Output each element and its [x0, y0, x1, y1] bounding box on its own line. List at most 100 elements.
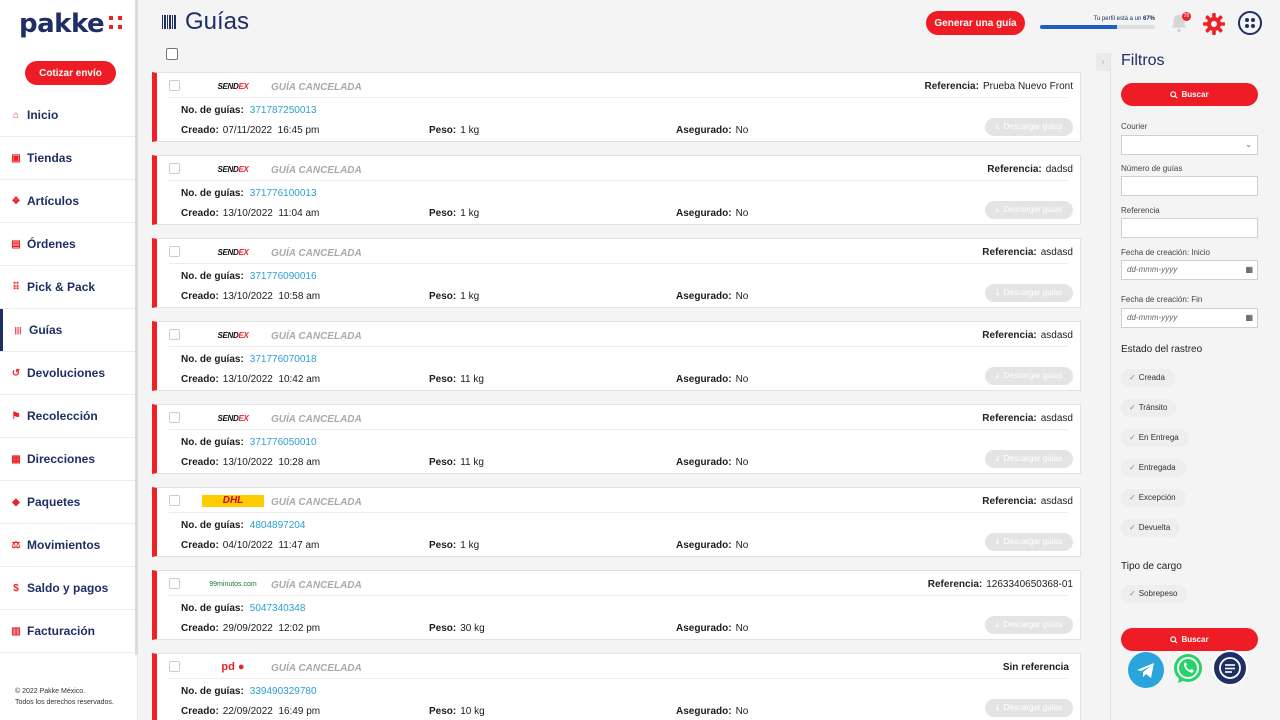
guides-list: SENDEX GUÍA CANCELADA Referencia: Prueba … [152, 72, 1081, 720]
download-icon: ⤓ [995, 122, 1000, 131]
guide-number-link[interactable]: 371776070018 [250, 354, 317, 365]
sidebar-item-direcciones[interactable]: ▦ Direcciones [0, 438, 138, 481]
sidebar-item-saldo-y-pagos[interactable]: $ Saldo y pagos [0, 567, 138, 610]
sidebar-item-label: Órdenes [27, 237, 76, 251]
sidebar-item-label: Pick & Pack [27, 280, 96, 294]
guide-checkbox[interactable] [169, 163, 180, 174]
guide-checkbox[interactable] [169, 661, 180, 672]
sidebar-item-inicio[interactable]: ⌂ Inicio [0, 94, 138, 137]
download-guide-button[interactable]: ⤓ Descargar guías [985, 699, 1073, 717]
sidebar-item-facturación[interactable]: ▥ Facturación [0, 610, 138, 653]
guide-reference: Referencia: 1263340650368-01 [927, 579, 1073, 590]
date-start-input[interactable]: dd-mmm-yyyy ▦ [1121, 260, 1258, 280]
profile-progress[interactable]: Tu perfil está a un 67% [1040, 16, 1155, 29]
collapse-filters-chevron-icon[interactable]: › [1096, 53, 1110, 71]
sidebar-item-guías[interactable]: ||| Guías [0, 309, 138, 352]
download-icon: ⤓ [995, 205, 1000, 214]
cargo-chip[interactable]: ✓ Sobrepeso [1121, 585, 1188, 603]
courier-select[interactable]: ⌄ [1121, 135, 1258, 155]
guide-reference: Referencia: asdasd [982, 330, 1073, 341]
whatsapp-icon [1174, 654, 1202, 683]
whatsapp-button[interactable] [1170, 651, 1206, 687]
pakke-logo[interactable]: pakke [19, 9, 105, 39]
guide-number-link[interactable]: 371776050010 [250, 437, 317, 448]
guide-number-link[interactable]: 371776090016 [250, 271, 317, 282]
tracking-chip[interactable]: ✓ Tránsito [1121, 399, 1178, 417]
date-start-label: Fecha de creación: Inicio [1121, 248, 1210, 257]
sidebar-item-label: Paquetes [27, 495, 81, 509]
cotizar-envio-button[interactable]: Cotizar envío [25, 61, 116, 85]
chevron-down-icon: ⌄ [1245, 140, 1252, 149]
calendar-icon[interactable]: ▦ [1245, 309, 1253, 327]
download-guide-button[interactable]: ⤓ Descargar guías [985, 284, 1073, 302]
guide-checkbox[interactable] [169, 246, 180, 257]
generate-guide-button[interactable]: Generar una guía [926, 11, 1025, 35]
sidebar-item-recolección[interactable]: ⚑ Recolección [0, 395, 138, 438]
sidebar-item-tiendas[interactable]: ▣ Tiendas [0, 137, 138, 180]
courier-logo: 99minutos.com [193, 576, 273, 592]
download-guide-button[interactable]: ⤓ Descargar guías [985, 450, 1073, 468]
profile-progress-label: Tu perfil está a un 67% [1093, 16, 1156, 22]
guide-checkbox[interactable] [169, 578, 180, 589]
tracking-chip[interactable]: ✓ Creada [1121, 369, 1175, 387]
filters-title: Filtros [1121, 52, 1165, 69]
guide-insured: Asegurado: No [676, 540, 749, 551]
guide-checkbox[interactable] [169, 329, 180, 340]
chat-button[interactable] [1212, 650, 1248, 686]
guide-checkbox[interactable] [169, 80, 180, 91]
date-end-input[interactable]: dd-mmm-yyyy ▦ [1121, 308, 1258, 328]
tracking-chip[interactable]: ✓ Excepción [1121, 489, 1186, 507]
guide-number-label: Número de guías [1121, 164, 1183, 173]
download-icon: ⤓ [995, 537, 1000, 546]
calendar-icon[interactable]: ▦ [1245, 261, 1253, 279]
download-icon: ⤓ [995, 703, 1000, 712]
guide-created: Creado: 29/09/2022 12:02 pm [181, 623, 321, 634]
guide-checkbox[interactable] [169, 412, 180, 423]
guide-number-link[interactable]: 339490329780 [250, 686, 317, 697]
apps-menu-icon[interactable] [1238, 11, 1262, 35]
footer-rights: Todos los derechos reservados. [15, 699, 114, 706]
guide-checkbox[interactable] [169, 495, 180, 506]
guide-number-link[interactable]: 371776100013 [250, 188, 317, 199]
search-button-top[interactable]: Buscar [1121, 83, 1258, 106]
guide-created: Creado: 04/10/2022 11:47 am [181, 540, 320, 551]
barcode-icon: ||| [14, 325, 22, 335]
courier-logo: DHL [193, 493, 273, 509]
money-icon: $ [13, 582, 19, 594]
guide-reference: Referencia: asdasd [982, 247, 1073, 258]
gear-icon[interactable] [1202, 12, 1226, 36]
guide-insured: Asegurado: No [676, 208, 749, 219]
download-icon: ⤓ [995, 371, 1000, 380]
guide-insured: Asegurado: No [676, 291, 749, 302]
courier-logo: SENDEX [193, 244, 273, 260]
guide-number-input[interactable] [1121, 176, 1258, 196]
guide-number-link[interactable]: 4804897204 [250, 520, 306, 531]
download-guide-button[interactable]: ⤓ Descargar guías [985, 118, 1073, 136]
download-guide-button[interactable]: ⤓ Descargar guías [985, 533, 1073, 551]
sidebar-item-movimientos[interactable]: ⚖ Movimientos [0, 524, 138, 567]
download-guide-button[interactable]: ⤓ Descargar guías [985, 367, 1073, 385]
courier-logo: SENDEX [193, 327, 273, 343]
sidebar-item-paquetes[interactable]: ◆ Paquetes [0, 481, 138, 524]
tracking-chip[interactable]: ✓ En Entrega [1121, 429, 1189, 447]
sidebar-item-órdenes[interactable]: ▤ Órdenes [0, 223, 138, 266]
tag-icon: ❖ [11, 195, 21, 207]
sidebar-item-pick-pack[interactable]: ⠿ Pick & Pack [0, 266, 138, 309]
select-all-checkbox[interactable] [166, 48, 178, 60]
sidebar-item-devoluciones[interactable]: ↺ Devoluciones [0, 352, 138, 395]
guide-card: SENDEX GUÍA CANCELADA Referencia: dadsd N… [152, 155, 1081, 225]
guide-reference: Referencia: Prueba Nuevo Front [924, 81, 1073, 92]
sidebar-scrollbar[interactable] [135, 0, 138, 655]
guide-number-link[interactable]: 371787250013 [250, 105, 317, 116]
guide-reference: Referencia: dadsd [987, 164, 1073, 175]
tracking-chip[interactable]: ✓ Entregada [1121, 459, 1186, 477]
download-guide-button[interactable]: ⤓ Descargar guías [985, 616, 1073, 634]
guide-number-link[interactable]: 5047340348 [250, 603, 306, 614]
tracking-chip[interactable]: ✓ Devuelta [1121, 519, 1181, 537]
download-guide-button[interactable]: ⤓ Descargar guías [985, 201, 1073, 219]
telegram-button[interactable] [1128, 652, 1164, 688]
guide-insured: Asegurado: No [676, 457, 749, 468]
search-button-bottom[interactable]: Buscar [1121, 628, 1258, 651]
reference-input[interactable] [1121, 218, 1258, 238]
sidebar-item-artículos[interactable]: ❖ Artículos [0, 180, 138, 223]
